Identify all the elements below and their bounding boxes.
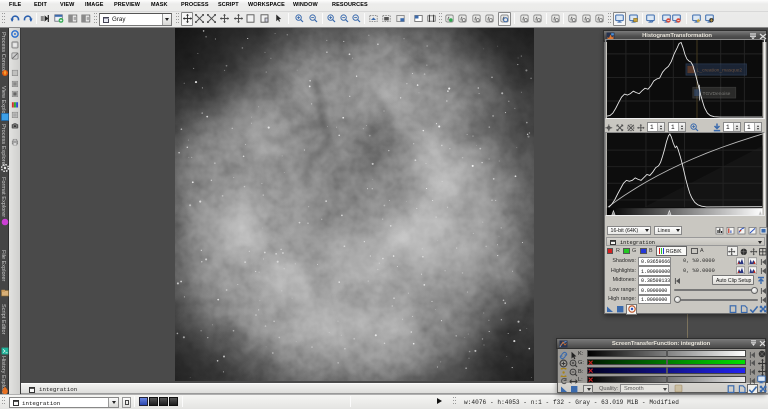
svg-text:TGVDenoise: TGVDenoise — [703, 91, 731, 97]
svg-text:Process Explorer: Process Explorer — [0, 124, 6, 167]
svg-text:L_creation_masque2: L_creation_masque2 — [697, 68, 743, 74]
svg-text:Process Console: Process Console — [0, 32, 6, 74]
svg-text:Script Editor: Script Editor — [0, 304, 6, 335]
svg-text:File Explorer: File Explorer — [0, 250, 6, 282]
svg-text:Format Explorer: Format Explorer — [0, 177, 6, 217]
